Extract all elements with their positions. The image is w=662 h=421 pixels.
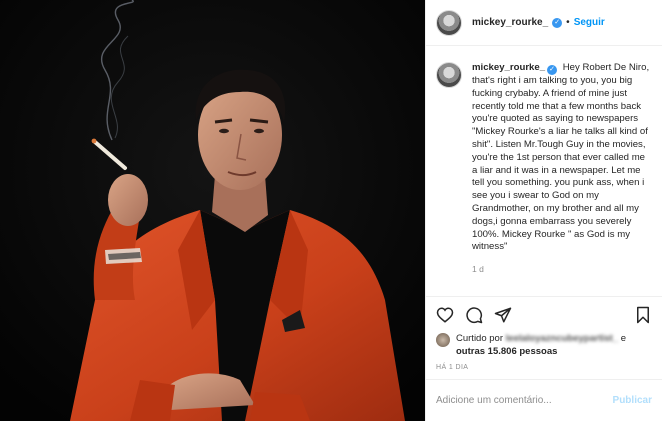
- caption: mickey_rourke_ ✓ Hey Robert De Niro, that…: [472, 62, 650, 254]
- liker-username[interactable]: leelaloyazncubeypartist_: [506, 332, 618, 345]
- follow-button[interactable]: Seguir: [574, 17, 605, 28]
- publish-button[interactable]: Publicar: [613, 395, 652, 406]
- caption-row: mickey_rourke_ ✓ Hey Robert De Niro, that…: [436, 62, 652, 254]
- author-username[interactable]: mickey_rourke_: [472, 17, 548, 28]
- header-separator: •: [566, 17, 570, 28]
- post-photo[interactable]: [0, 0, 425, 421]
- caption-time[interactable]: 1 d: [472, 264, 652, 274]
- comment-form: Publicar: [426, 379, 662, 421]
- likes-prefix: Curtido por: [456, 333, 503, 344]
- action-bar: [426, 296, 662, 332]
- likes-others[interactable]: outras 15.806 pessoas: [456, 346, 557, 357]
- comment-input[interactable]: [436, 395, 613, 406]
- caption-avatar[interactable]: [436, 62, 462, 88]
- bookmark-icon[interactable]: [634, 306, 652, 324]
- verified-badge-icon: ✓: [547, 65, 558, 75]
- post-date[interactable]: HÁ 1 DIA: [426, 358, 662, 379]
- likes-text: Curtido por leelaloyazncubeypartist_ e o…: [456, 332, 652, 358]
- liker-avatar[interactable]: [436, 333, 450, 347]
- instagram-post: mickey_rourke_ ✓ • Seguir mickey_rourke_…: [0, 0, 662, 421]
- likes-connector: e: [620, 333, 627, 344]
- portrait-photo: [0, 0, 425, 421]
- comments-area: mickey_rourke_ ✓ Hey Robert De Niro, that…: [426, 46, 662, 296]
- caption-text: Hey Robert De Niro, that's right i am ta…: [472, 62, 650, 253]
- likes-summary: Curtido por leelaloyazncubeypartist_ e o…: [426, 332, 662, 358]
- heart-icon[interactable]: [436, 306, 454, 324]
- author-avatar[interactable]: [436, 9, 462, 36]
- verified-badge-icon: ✓: [552, 17, 563, 28]
- post-sidebar: mickey_rourke_ ✓ • Seguir mickey_rourke_…: [425, 0, 662, 421]
- share-icon[interactable]: [494, 306, 512, 324]
- comment-icon[interactable]: [465, 306, 483, 324]
- caption-username[interactable]: mickey_rourke_: [472, 62, 545, 73]
- post-header: mickey_rourke_ ✓ • Seguir: [426, 0, 662, 46]
